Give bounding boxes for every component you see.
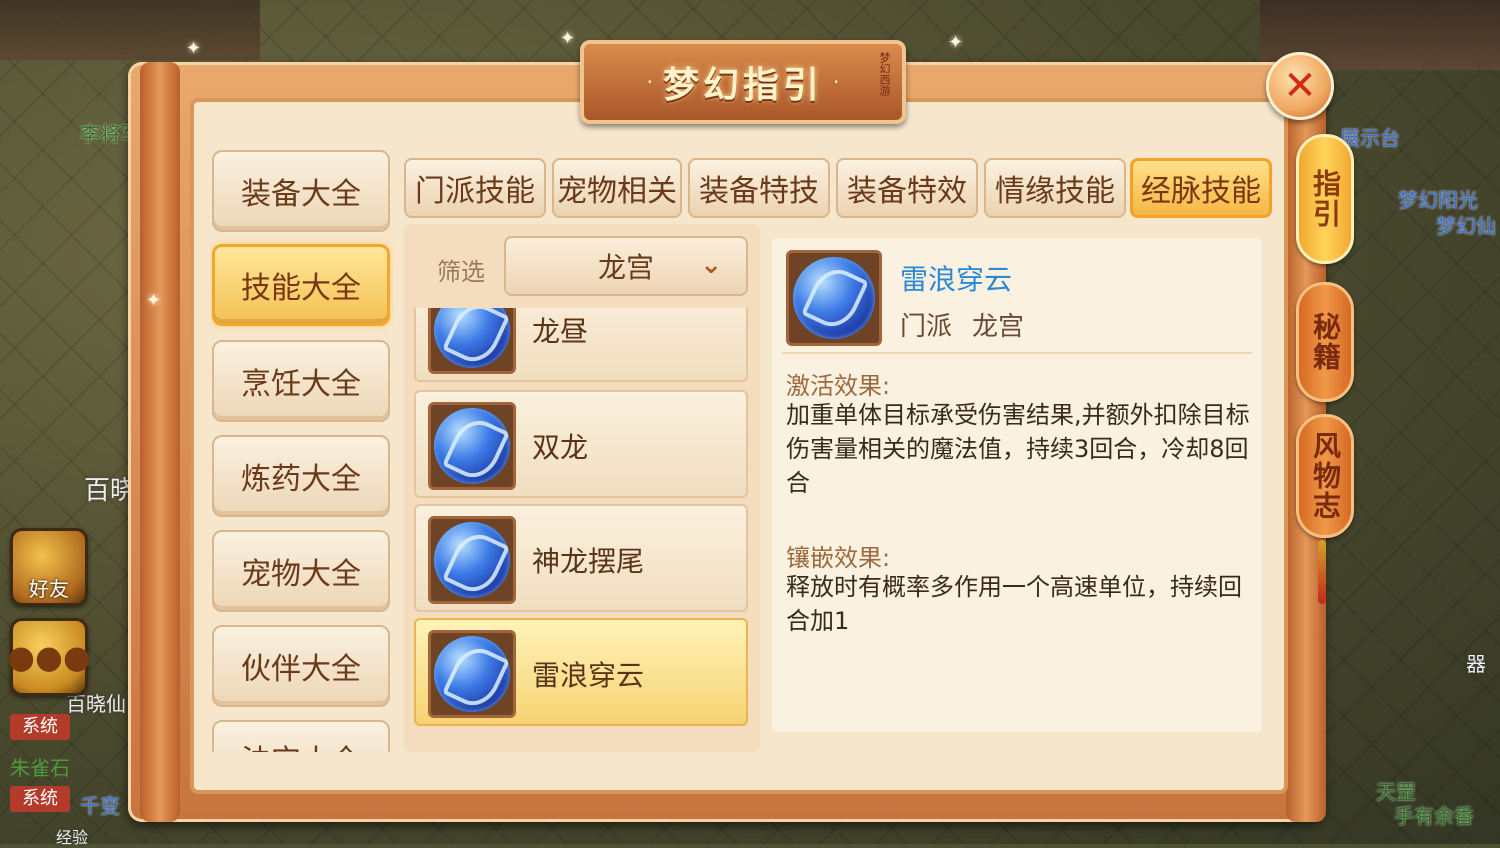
tab-meridian-skills[interactable]: 经脉技能 [1130,158,1272,218]
chat-button[interactable]: ●●● [7,618,91,696]
category-list[interactable]: 装备大全 技能大全 烹饪大全 炼药大全 宠物大全 伙伴大全 法宝大全 [210,150,394,752]
tab-equipment-stunts[interactable]: 装备特技 [688,158,830,218]
frame-pillar-left [140,62,180,822]
tab-label: 装备特技 [699,174,819,209]
category-label: 伙伴大全 [241,652,361,687]
skill-icon [428,630,516,718]
friends-button[interactable]: 好友 [10,528,88,606]
filter-label: 筛选 [437,258,485,286]
category-partners[interactable]: 伙伴大全 [212,625,390,707]
exp-label: 经验 [56,828,89,847]
tab-pet-related[interactable]: 宠物相关 [552,158,682,218]
decor-dot: · [833,70,840,94]
dragon-orb-icon [434,522,510,598]
skill-item[interactable]: 神龙摆尾 [414,504,748,612]
tab-equipment-effects[interactable]: 装备特效 [836,158,978,218]
divider [782,352,1252,354]
chat-text: 朱雀石 [10,756,70,780]
skill-icon [428,516,516,604]
building-roof [0,0,260,60]
skill-icon [428,402,516,490]
tassel-decoration [1318,540,1326,604]
skill-item-selected[interactable]: 雷浪穿云 [414,618,748,726]
detail-skill-icon [786,250,882,346]
activate-effect-text: 加重单体目标承受伤害结果,并额外扣除目标伤害量相关的魔法值，持续3回合，冷却8回… [786,401,1250,497]
category-pets[interactable]: 宠物大全 [212,530,390,612]
dragon-orb-icon [434,408,510,484]
player-name: 梦幻阳光 [1398,188,1478,212]
skill-item[interactable]: 龙昼 [414,308,748,382]
category-label: 烹饪大全 [241,367,361,402]
title-seal: 梦幻西游 [878,52,891,96]
detail-sect-label: 门派 [900,312,953,342]
sparkle-icon: ✦ [186,38,202,59]
chat-text: 千变 [80,794,120,818]
tab-sect-skills[interactable]: 门派技能 [404,158,546,218]
tab-label: 情缘技能 [995,174,1115,209]
chevron-down-icon: ⌄ [700,250,722,280]
friends-label: 好友 [29,576,69,601]
npc-name: 手有余香 [1394,804,1474,828]
skill-tabs: 门派技能 宠物相关 装备特技 装备特效 情缘技能 经脉技能 [404,158,1274,220]
inlay-effect-text: 释放时有概率多作用一个高速单位，持续回合加1 [786,573,1242,635]
dialog-title-plaque: · 梦幻指引 · 梦幻西游 [580,40,906,124]
skill-icon [428,308,516,374]
category-alchemy[interactable]: 炼药大全 [212,435,390,517]
close-button[interactable]: ✕ [1266,52,1334,120]
side-tab-label: 风物志 [1309,431,1342,521]
category-treasures[interactable]: 法宝大全 [212,720,390,752]
side-tab-secrets[interactable]: 秘籍 [1296,282,1354,402]
side-tab-customs[interactable]: 风物志 [1296,414,1354,538]
close-icon: ✕ [1283,63,1317,109]
sparkle-icon: ✦ [948,32,964,53]
dialog-title: 梦幻指引 [662,65,823,106]
dragon-orb-icon [793,257,875,339]
detail-skill-name: 雷浪穿云 [900,263,1013,296]
detail-sect-value: 龙宫 [972,312,1025,342]
sparkle-icon: ✦ [560,28,576,49]
category-label: 技能大全 [241,271,361,306]
tab-romance-skills[interactable]: 情缘技能 [984,158,1126,218]
sect-filter-dropdown[interactable]: 龙宫 ⌄ [504,236,748,296]
dragon-orb-icon [434,308,510,368]
inlay-effect-title: 镶嵌效果: [786,544,891,572]
sparkle-icon: ✦ [146,290,162,311]
tab-label: 门派技能 [415,174,535,209]
side-tab-guide[interactable]: 指引 [1296,134,1354,264]
category-label: 炼药大全 [241,462,361,497]
tab-label: 经脉技能 [1141,174,1261,209]
skill-name: 龙昼 [532,315,589,348]
category-label: 法宝大全 [241,736,361,752]
category-label: 装备大全 [241,177,361,212]
skill-item[interactable]: 双龙 [414,390,748,498]
activate-effect-title: 激活效果: [786,372,891,400]
category-equipment[interactable]: 装备大全 [212,150,390,232]
category-cooking[interactable]: 烹饪大全 [212,340,390,422]
decor-dot: · [646,70,653,94]
dragon-orb-icon [434,636,510,712]
skill-name: 神龙摆尾 [532,545,645,578]
tab-label: 装备特效 [847,174,967,209]
tab-label: 宠物相关 [557,174,677,209]
skill-list[interactable]: 龙昼 双龙 神龙摆尾 雷浪穿云 [414,308,748,726]
chat-bubble-icon: ●●● [7,638,91,676]
side-tab-label: 秘籍 [1309,312,1342,372]
chat-channel-tag: 系统 [10,714,70,740]
category-skills[interactable]: 技能大全 [212,244,390,326]
player-name: 梦幻仙 [1436,214,1496,238]
category-label: 宠物大全 [241,557,361,592]
side-tab-label: 指引 [1309,169,1342,229]
npc-name: 器 [1466,652,1486,676]
dropdown-value: 龙宫 [597,251,654,284]
skill-name: 雷浪穿云 [532,659,645,692]
skill-name: 双龙 [532,431,589,464]
chat-channel-tag: 系统 [10,786,70,812]
